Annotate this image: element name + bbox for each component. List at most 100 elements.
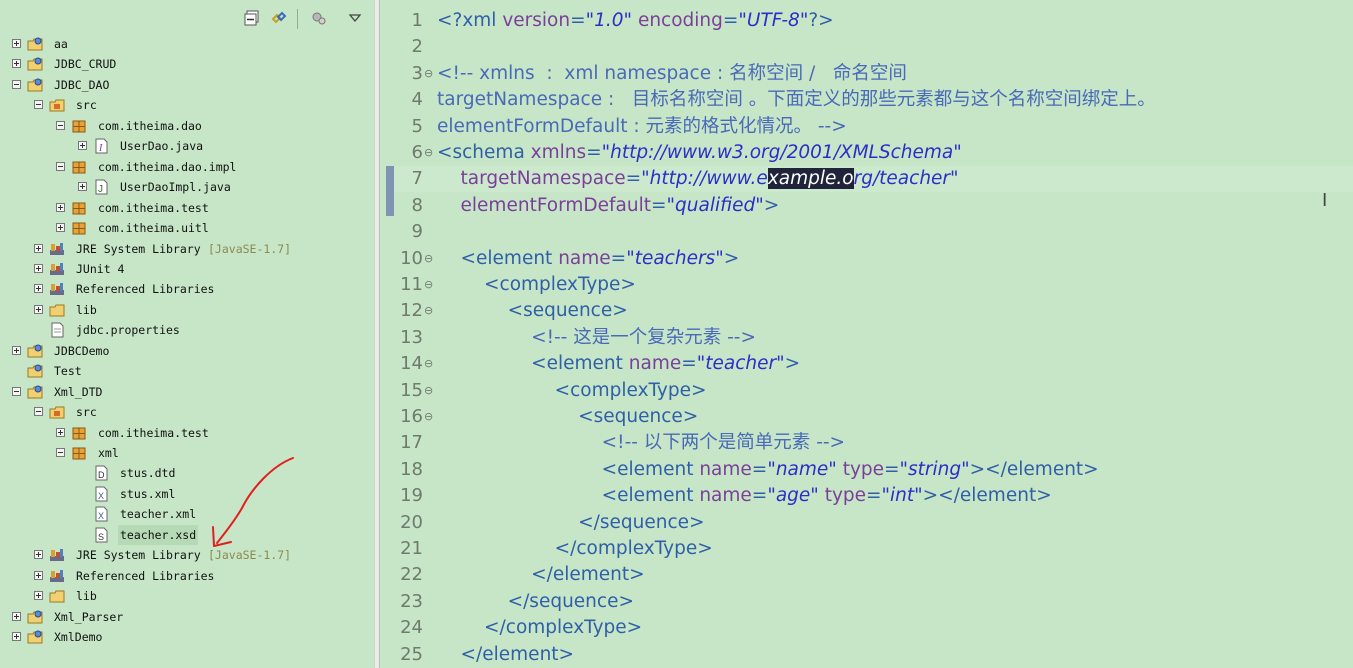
collapse-icon[interactable]	[34, 100, 43, 110]
tree-item[interactable]: Referenced Libraries	[0, 279, 370, 299]
code-line[interactable]: 18 <element name="name" type="string"></…	[380, 457, 1353, 483]
collapse-icon[interactable]	[12, 386, 21, 396]
tree-item[interactable]: aa	[0, 34, 370, 54]
tree-item[interactable]: Xml_Parser	[0, 607, 370, 627]
tree-item[interactable]: XmlDemo	[0, 627, 370, 647]
expand-icon[interactable]	[34, 550, 43, 560]
fold-toggle-icon[interactable]: ⊖	[424, 351, 433, 377]
code-line[interactable]: 16 ⊖ <sequence>	[380, 404, 1353, 430]
tree-item[interactable]: jdbc.properties	[0, 320, 370, 340]
tree-item[interactable]: Xml_DTD	[0, 382, 370, 402]
expand-icon[interactable]	[12, 59, 21, 69]
code-line[interactable]: 12 ⊖ <sequence>	[380, 298, 1353, 324]
code-line[interactable]: 19 <element name="age" type="int"></elem…	[380, 483, 1353, 509]
link-with-editor-icon[interactable]	[271, 10, 287, 26]
tree-item[interactable]: xml	[0, 443, 370, 463]
chevron-down-icon[interactable]	[347, 10, 363, 26]
expand-icon[interactable]	[34, 243, 43, 253]
tree-item[interactable]: lib	[0, 300, 370, 320]
expand-icon[interactable]	[56, 223, 65, 233]
expand-icon[interactable]	[34, 304, 43, 314]
expand-icon[interactable]	[56, 427, 65, 437]
code-token: "int"	[881, 485, 923, 507]
fold-toggle-icon[interactable]: ⊖	[424, 272, 433, 298]
tree-item[interactable]: JRE System Library [JavaSE-1.7]	[0, 545, 370, 565]
code-line[interactable]: 5 elementFormDefault : 元素的格式化情况。 -->	[380, 114, 1353, 140]
tree-item[interactable]: Dstus.dtd	[0, 463, 370, 483]
expand-icon[interactable]	[34, 263, 43, 273]
collapse-all-icon[interactable]	[244, 10, 260, 26]
code-line[interactable]: 2	[380, 34, 1353, 60]
expand-icon[interactable]	[78, 182, 87, 192]
tree-item[interactable]: com.itheima.test	[0, 198, 370, 218]
code-line[interactable]: 23 </sequence>	[380, 589, 1353, 615]
fold-toggle-icon[interactable]: ⊖	[424, 61, 433, 87]
view-menu-icon[interactable]	[311, 10, 327, 26]
tree-item-label: Xml_DTD	[54, 384, 103, 399]
code-line[interactable]: 14 ⊖ <element name="teacher">	[380, 351, 1353, 377]
code-line[interactable]: 20 </sequence>	[380, 510, 1353, 536]
code-token: <sequence>	[437, 406, 699, 427]
tree-item[interactable]: com.itheima.uitl	[0, 218, 370, 238]
tree-item[interactable]: Referenced Libraries	[0, 566, 370, 586]
expand-icon[interactable]	[34, 570, 43, 580]
tree-item[interactable]: src	[0, 95, 370, 115]
expand-icon[interactable]	[12, 611, 21, 621]
tree-item[interactable]: Test	[0, 361, 370, 381]
code-line[interactable]: 8 elementFormDefault="qualified">	[380, 193, 1353, 219]
fold-toggle-icon[interactable]: ⊖	[424, 378, 433, 404]
expand-icon[interactable]	[12, 345, 21, 355]
code-line[interactable]: 1 <?xml version="1.0" encoding="UTF-8"?>	[380, 8, 1353, 34]
code-line[interactable]: 17 <!-- 以下两个是简单元素 -->	[380, 430, 1353, 456]
code-line[interactable]: 6 ⊖ <schema xmlns="http://www.w3.org/2001/…	[380, 140, 1353, 166]
code-line[interactable]: 10 ⊖ <element name="teachers">	[380, 246, 1353, 272]
code-line[interactable]: 9	[380, 219, 1353, 245]
fold-toggle-icon[interactable]: ⊖	[424, 246, 433, 272]
tree-item[interactable]: com.itheima.dao	[0, 116, 370, 136]
code-token: "age"	[767, 485, 819, 507]
expand-icon[interactable]	[56, 202, 65, 212]
tree-item[interactable]: JDBCDemo	[0, 341, 370, 361]
collapse-icon[interactable]	[56, 120, 65, 130]
collapse-icon[interactable]	[34, 407, 43, 417]
collapse-icon[interactable]	[56, 448, 65, 457]
tree-item[interactable]: J UserDaoImpl.java	[0, 177, 370, 197]
code-line[interactable]: 3 ⊖ <!-- xmlns : xml namespace : 名称空间 / 命名…	[380, 61, 1353, 87]
fold-toggle-icon[interactable]: ⊖	[424, 140, 433, 166]
fold-toggle-icon[interactable]: ⊖	[424, 298, 433, 324]
code-line[interactable]: 11 ⊖ <complexType>	[380, 272, 1353, 298]
code-line[interactable]: 21 </complexType>	[380, 536, 1353, 562]
collapse-icon[interactable]	[12, 79, 21, 89]
tree-item[interactable]: lib	[0, 586, 370, 606]
tree-item[interactable]: src	[0, 402, 370, 422]
tree-item[interactable]: Xstus.xml	[0, 484, 370, 504]
code-line[interactable]: 7 targetNamespace="http://www.example.or…	[380, 166, 1353, 192]
xml-file-icon: X	[93, 506, 109, 522]
tree-item[interactable]: JDBC_CRUD	[0, 54, 370, 74]
svg-text:I: I	[98, 143, 103, 154]
code-line[interactable]: 22 </element>	[380, 562, 1353, 588]
expand-icon[interactable]	[34, 591, 43, 601]
tree-item[interactable]: Steacher.xsd	[0, 524, 370, 545]
collapse-icon[interactable]	[56, 161, 65, 171]
code-token: </complexType>	[437, 538, 713, 559]
tree-item[interactable]: JRE System Library [JavaSE-1.7]	[0, 239, 370, 259]
expand-icon[interactable]	[78, 141, 87, 151]
fold-toggle-icon[interactable]: ⊖	[424, 404, 433, 430]
code-line[interactable]: 25 </element>	[380, 642, 1353, 668]
tree-item[interactable]: JDBC_DAO	[0, 75, 370, 95]
code-line[interactable]: 4 targetNamespace : 目标名称空间 。下面定义的那些元素都与这个…	[380, 87, 1353, 113]
tree-item[interactable]: com.itheima.test	[0, 423, 370, 443]
expand-icon[interactable]	[34, 284, 43, 294]
expand-icon[interactable]	[12, 632, 21, 642]
code-text: </element>	[437, 562, 645, 588]
code-line[interactable]: 15 ⊖ <complexType>	[380, 378, 1353, 404]
expand-icon[interactable]	[12, 39, 21, 48]
tree-item[interactable]: com.itheima.dao.impl	[0, 157, 370, 177]
xml-editor[interactable]: 1 <?xml version="1.0" encoding="UTF-8"?> 2…	[380, 0, 1353, 668]
code-line[interactable]: 13 <!-- 这是一个复杂元素 -->	[380, 325, 1353, 351]
tree-item[interactable]: I UserDao.java	[0, 136, 370, 156]
code-line[interactable]: 24 </complexType>	[380, 615, 1353, 641]
tree-item[interactable]: JUnit 4	[0, 259, 370, 279]
tree-item[interactable]: Xteacher.xml	[0, 504, 370, 524]
